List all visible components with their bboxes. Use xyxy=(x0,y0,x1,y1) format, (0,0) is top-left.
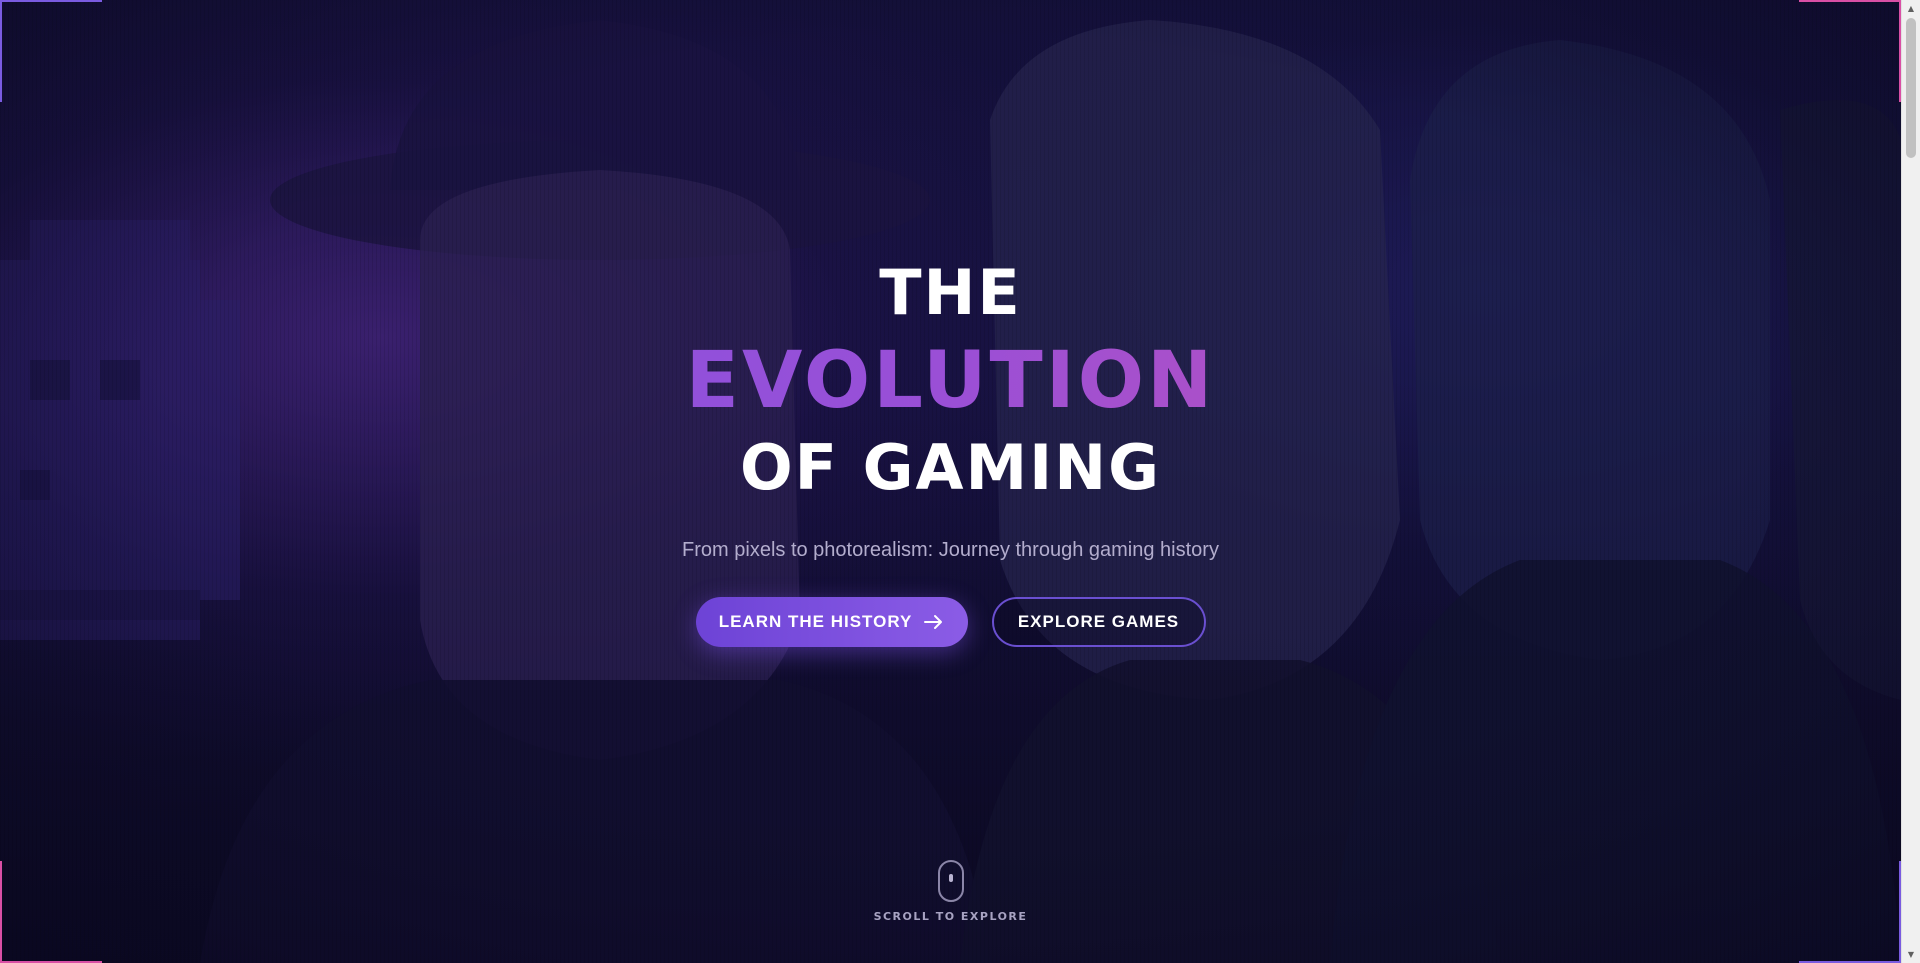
scroll-down-arrow-icon[interactable]: ▼ xyxy=(1902,946,1920,963)
scroll-label: SCROLL TO EXPLORE xyxy=(873,910,1028,923)
hero-subtitle: From pixels to photorealism: Journey thr… xyxy=(682,539,1219,561)
hero-title-line-3: OF GAMING xyxy=(739,431,1162,504)
hero-title-line-2: EVOLUTION xyxy=(0,342,1901,437)
hero-title-line-1: THE xyxy=(879,256,1022,329)
arrow-right-icon xyxy=(924,614,944,630)
learn-history-button[interactable]: LEARN THE HISTORY xyxy=(695,597,968,647)
scrollbar-thumb[interactable] xyxy=(1906,18,1916,158)
corner-accent-top-left xyxy=(0,0,102,102)
scroll-up-arrow-icon[interactable]: ▲ xyxy=(1902,0,1920,17)
mouse-icon xyxy=(937,860,964,902)
mouse-wheel xyxy=(948,874,953,882)
page-scrollbar[interactable]: ▲ ▼ xyxy=(1901,0,1920,963)
scroll-indicator[interactable]: SCROLL TO EXPLORE xyxy=(0,860,1901,923)
explore-games-button-label: EXPLORE GAMES xyxy=(1017,612,1180,631)
cta-row: LEARN THE HISTORY EXPLORE GAMES xyxy=(0,597,1901,647)
explore-games-button[interactable]: EXPLORE GAMES xyxy=(991,597,1206,647)
hero-content: THE EVOLUTION OF GAMING From pixels to p… xyxy=(0,262,1901,647)
hero-viewport: THE EVOLUTION OF GAMING From pixels to p… xyxy=(0,0,1901,963)
corner-accent-top-right xyxy=(1799,0,1901,102)
learn-history-button-label: LEARN THE HISTORY xyxy=(718,612,913,631)
